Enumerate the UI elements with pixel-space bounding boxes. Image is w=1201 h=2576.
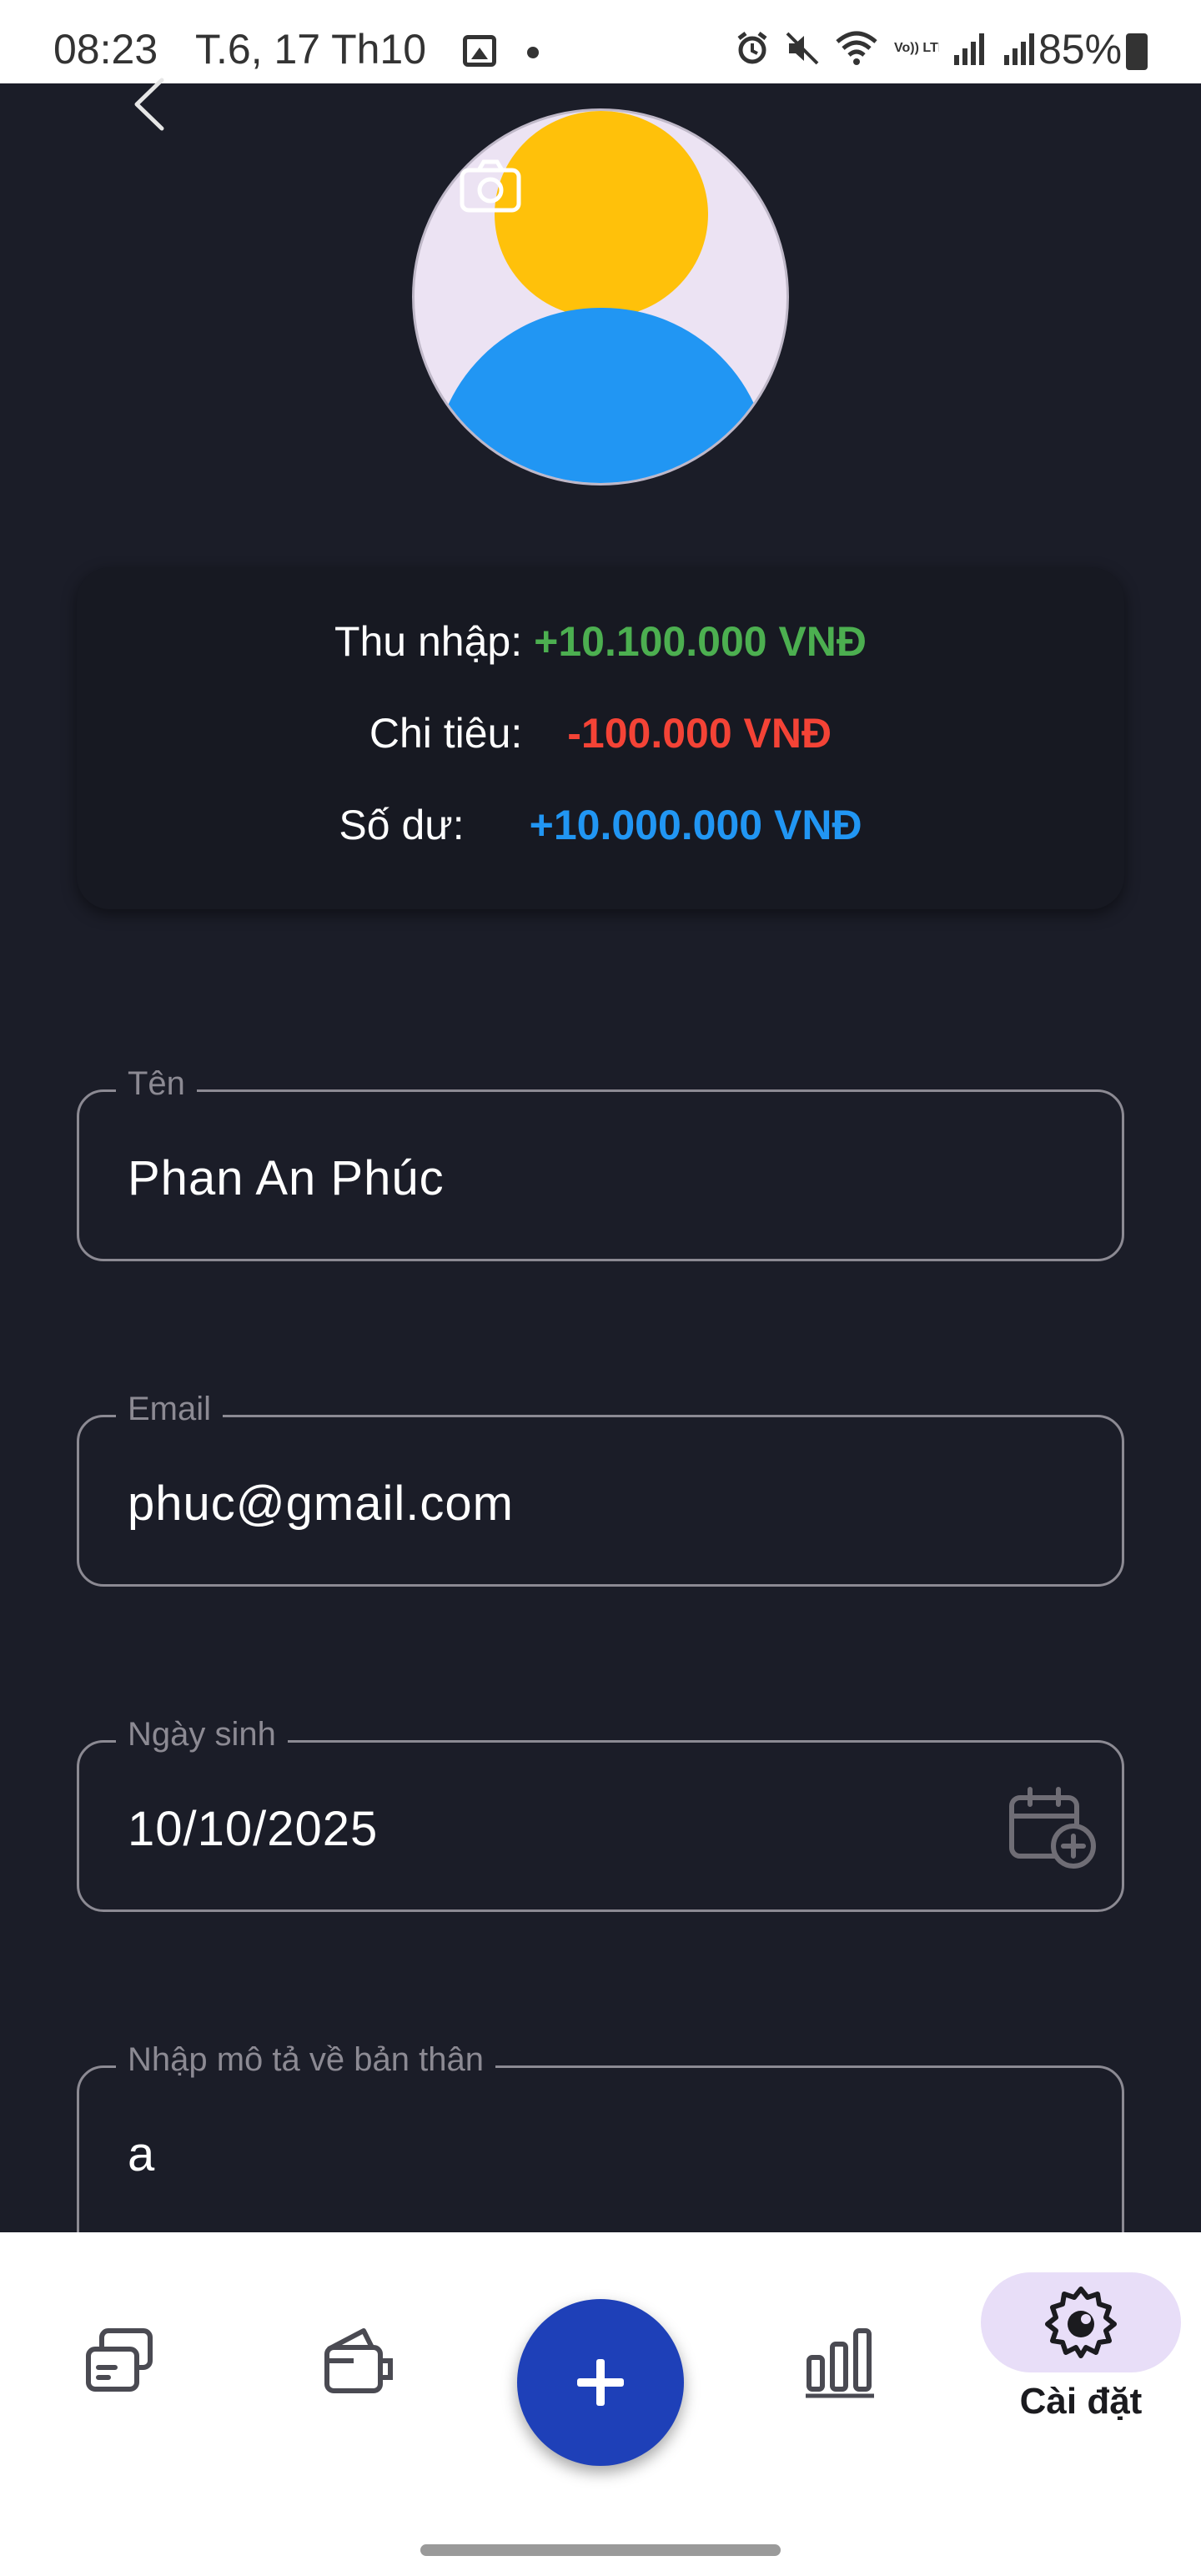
status-date: T.6, 17 Th10 xyxy=(195,26,427,73)
birthday-field-label: Ngày sinh xyxy=(116,1716,288,1753)
expense-row: Chi tiêu: -100.000 VNĐ xyxy=(77,709,1124,757)
name-field-value: Phan An Phúc xyxy=(128,1151,445,1205)
battery-icon xyxy=(1126,33,1148,70)
settings-tab-label: Cài đặt xyxy=(1019,2381,1143,2422)
gear-icon xyxy=(1045,2287,1117,2358)
back-button[interactable] xyxy=(125,75,175,133)
birthday-field-value: 10/10/2025 xyxy=(128,1802,379,1856)
wallet-icon[interactable] xyxy=(320,2324,395,2399)
name-field-label: Tên xyxy=(116,1065,197,1103)
email-field-value: phuc@gmail.com xyxy=(128,1477,514,1531)
gallery-icon xyxy=(463,35,496,67)
plus-icon-vertical xyxy=(596,2359,605,2406)
balance-value: +10.000.000 VNĐ xyxy=(529,802,862,848)
alarm-icon xyxy=(737,32,767,64)
birthday-field[interactable]: Ngày sinh 10/10/2025 xyxy=(77,1716,1124,1912)
bio-field-label: Nhập mô tả về bản thân xyxy=(116,2041,495,2079)
wifi-icon xyxy=(836,31,877,65)
camera-icon[interactable] xyxy=(457,157,524,215)
battery-percent: 85% xyxy=(1038,26,1123,73)
home-indicator[interactable] xyxy=(420,2544,781,2556)
status-icons: Vo)) LTE1 xyxy=(734,30,1039,67)
expense-value: -100.000 VNĐ xyxy=(567,710,832,757)
status-bar: 08:23 T.6, 17 Th10 Vo)) LTE1 85% xyxy=(0,0,1201,83)
signal-icon xyxy=(954,33,984,65)
balance-label: Số dư: xyxy=(339,802,465,848)
income-value: +10.100.000 VNĐ xyxy=(534,618,867,665)
mute-icon xyxy=(786,32,819,65)
calendar-add-icon[interactable] xyxy=(1007,1786,1098,1869)
signal-icon-2 xyxy=(1004,33,1034,65)
settings-tab[interactable] xyxy=(981,2272,1181,2372)
bottom-nav: Cài đặt xyxy=(0,2232,1201,2576)
notification-dot-icon xyxy=(527,47,539,58)
income-row: Thu nhập: +10.100.000 VNĐ xyxy=(77,617,1124,666)
email-field[interactable]: Email phuc@gmail.com xyxy=(77,1391,1124,1587)
avatar-head xyxy=(495,111,708,318)
network-label: Vo)) LTE1 xyxy=(894,41,939,55)
email-field-label: Email xyxy=(116,1391,224,1428)
avatar-body xyxy=(433,308,770,483)
expense-label: Chi tiêu: xyxy=(369,710,523,757)
lte-icon: Vo)) LTE1 xyxy=(894,41,939,55)
status-time: 08:23 xyxy=(53,26,158,73)
balance-row: Số dư: +10.000.000 VNĐ xyxy=(77,801,1124,849)
cards-icon[interactable] xyxy=(82,2324,157,2399)
bar-chart-icon[interactable] xyxy=(802,2324,877,2399)
bio-field-value: a xyxy=(128,2127,156,2181)
name-field[interactable]: Tên Phan An Phúc xyxy=(77,1065,1124,1261)
income-label: Thu nhập: xyxy=(334,618,523,665)
add-transaction-button[interactable] xyxy=(517,2299,684,2466)
summary-card: Thu nhập: +10.100.000 VNĐ Chi tiêu: -100… xyxy=(77,567,1124,909)
